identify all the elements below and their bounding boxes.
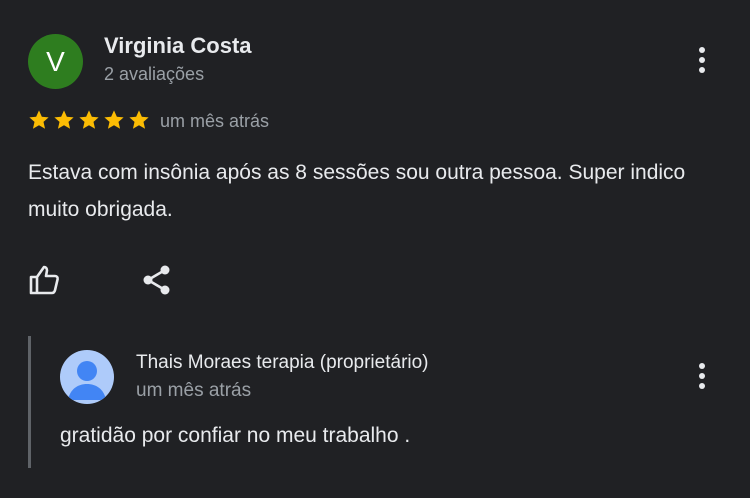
more-options-icon[interactable] — [692, 47, 712, 81]
owner-more-options-icon[interactable] — [692, 363, 712, 397]
review-text: Estava com insônia após as 8 sessões sou… — [28, 161, 686, 221]
share-button[interactable] — [139, 262, 175, 298]
reviewer-review-count: 2 avaliações — [104, 64, 205, 84]
star-icon — [29, 110, 49, 129]
thumbs-up-icon — [29, 265, 59, 295]
owner-avatar[interactable] — [60, 350, 114, 404]
star-icon — [129, 110, 149, 129]
star-icon — [54, 110, 74, 129]
review-time: um mês atrás — [160, 111, 270, 131]
share-icon — [143, 265, 170, 295]
star-icon — [104, 110, 124, 129]
star-rating — [28, 109, 150, 131]
owner-name: Thais Moraes terapia (proprietário) — [136, 352, 429, 373]
reviewer-name[interactable]: Virginia Costa — [104, 33, 252, 59]
owner-reply-text: gratidão por confiar no meu trabalho . — [60, 424, 411, 447]
person-icon — [68, 361, 106, 400]
reply-divider — [28, 336, 31, 468]
avatar[interactable]: V — [28, 34, 83, 89]
star-icon — [79, 110, 99, 129]
like-button[interactable] — [27, 262, 63, 298]
owner-reply-time: um mês atrás — [136, 380, 252, 401]
